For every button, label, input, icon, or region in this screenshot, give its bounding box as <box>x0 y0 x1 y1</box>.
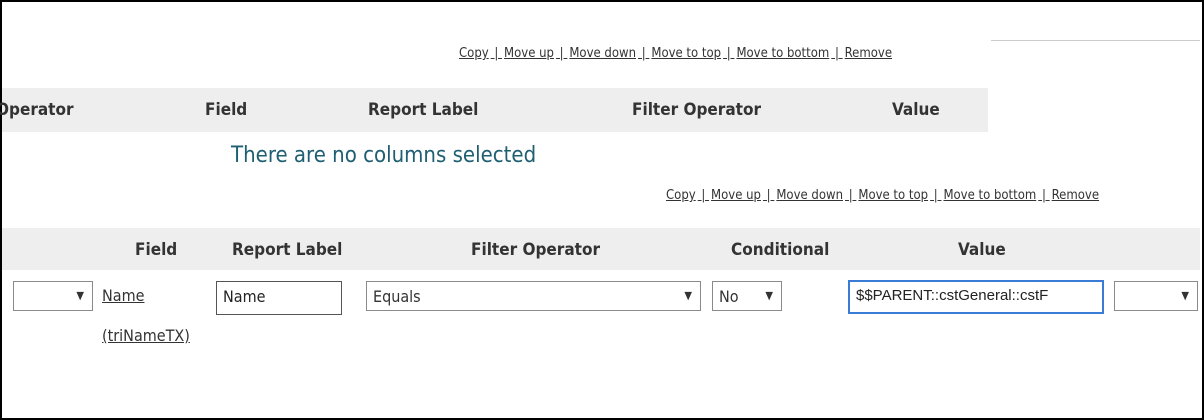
report-label-input[interactable]: Name <box>216 281 342 315</box>
divider <box>991 40 1200 41</box>
move-up-link[interactable]: Move up <box>504 46 554 61</box>
header-value: Value <box>892 100 940 120</box>
top-header-row: Operator Field Report Label Filter Opera… <box>0 88 988 132</box>
bottom-header-row: Field Report Label Filter Operator Condi… <box>2 228 1200 270</box>
chevron-down-icon: ▼ <box>684 289 692 302</box>
field-name-link[interactable]: Name <box>102 286 144 305</box>
header-conditional: Conditional <box>731 240 830 260</box>
header-field: Field <box>205 100 248 120</box>
filter-operator-select[interactable]: Equals ▼ <box>366 281 701 311</box>
header-operator: Operator <box>0 100 74 120</box>
operator-select[interactable]: ▼ <box>13 281 93 311</box>
conditional-select[interactable]: No ▼ <box>712 281 782 311</box>
header-report-label: Report Label <box>232 240 343 260</box>
header-value: Value <box>958 240 1006 260</box>
move-down-link[interactable]: Move down <box>776 188 843 203</box>
value-input[interactable]: $$PARENT::cstGeneral::cstF <box>848 280 1104 314</box>
copy-link[interactable]: Copy <box>666 188 696 203</box>
chevron-down-icon: ▼ <box>765 289 773 302</box>
remove-link[interactable]: Remove <box>845 46 892 61</box>
header-filter-operator: Filter Operator <box>471 240 601 260</box>
move-to-bottom-link[interactable]: Move to bottom <box>736 46 829 61</box>
top-actions-bar: Copy | Move up | Move down | Move to top… <box>459 46 893 61</box>
header-field: Field <box>135 240 178 260</box>
chevron-down-icon: ▼ <box>1181 289 1189 302</box>
move-to-top-link[interactable]: Move to top <box>858 188 928 203</box>
bottom-actions-bar: Copy | Move up | Move down | Move to top… <box>666 188 1100 203</box>
copy-link[interactable]: Copy <box>459 46 489 61</box>
value-options-select[interactable]: ▼ <box>1114 281 1198 311</box>
field-id-link[interactable]: (triNameTX) <box>102 326 190 345</box>
chevron-down-icon: ▼ <box>76 289 84 302</box>
header-filter-operator: Filter Operator <box>632 100 762 120</box>
empty-columns-message: There are no columns selected <box>231 143 537 168</box>
move-up-link[interactable]: Move up <box>711 188 761 203</box>
move-to-top-link[interactable]: Move to top <box>651 46 721 61</box>
report-filter-panel <box>0 0 1204 420</box>
remove-link[interactable]: Remove <box>1052 188 1099 203</box>
move-to-bottom-link[interactable]: Move to bottom <box>943 188 1036 203</box>
header-report-label: Report Label <box>368 100 479 120</box>
move-down-link[interactable]: Move down <box>569 46 636 61</box>
